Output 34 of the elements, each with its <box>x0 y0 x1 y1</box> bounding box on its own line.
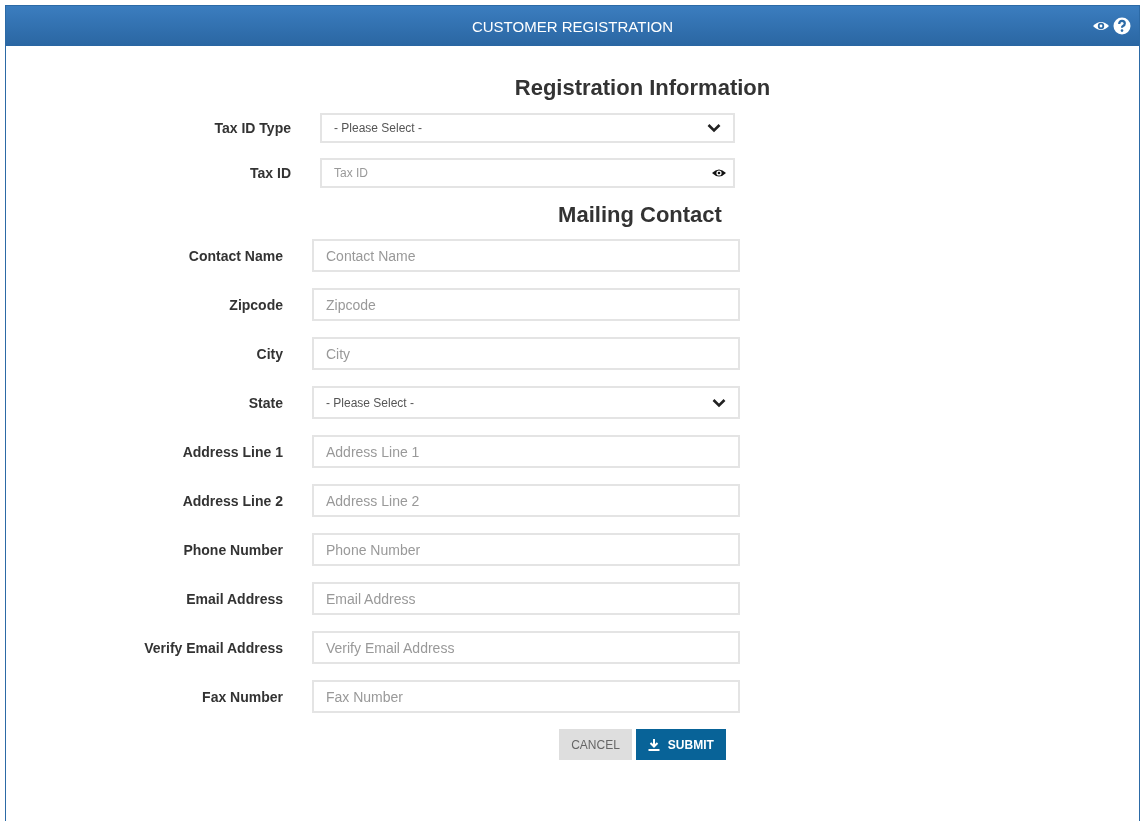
input-field[interactable]: Fax Number <box>312 680 740 713</box>
field-label: Contact Name <box>187 247 283 264</box>
input-field[interactable]: Contact Name <box>312 239 740 272</box>
field-label: Tax ID Type <box>213 120 291 136</box>
field-label: State <box>247 394 283 411</box>
field-label: City <box>255 345 283 362</box>
input-field[interactable]: Tax ID <box>320 158 735 188</box>
input-field[interactable]: Verify Email Address <box>312 631 740 664</box>
field-label: Address Line 2 <box>181 492 283 509</box>
dropdown[interactable]: - Please Select - <box>320 113 735 143</box>
input-field[interactable]: Zipcode <box>312 288 740 321</box>
field-label: Fax Number <box>201 688 283 705</box>
input-field[interactable]: Phone Number <box>312 533 740 566</box>
dropdown[interactable]: - Please Select - <box>312 386 740 419</box>
help-icon[interactable] <box>1113 17 1131 35</box>
input-field[interactable]: Email Address <box>312 582 740 615</box>
section-heading: Registration Information <box>513 76 772 100</box>
field-label: Address Line 1 <box>181 443 283 460</box>
download-icon <box>647 738 660 751</box>
field-label: Zipcode <box>228 296 283 313</box>
window-title: CUSTOMER REGISTRATION <box>471 17 674 35</box>
section-heading: Mailing Contact <box>557 203 723 227</box>
cancel-button[interactable]: CANCEL <box>559 729 632 760</box>
field-label: Tax ID <box>249 165 291 181</box>
input-field[interactable]: City <box>312 337 740 370</box>
chevron-down-icon <box>707 123 721 133</box>
chevron-down-icon <box>712 397 726 408</box>
submit-button[interactable]: SUBMIT <box>635 729 726 760</box>
field-label: Email Address <box>185 590 283 607</box>
eye-icon[interactable] <box>711 167 727 179</box>
field-label: Verify Email Address <box>143 639 283 656</box>
input-field[interactable]: Address Line 2 <box>312 484 740 517</box>
field-label: Phone Number <box>182 541 283 558</box>
input-field[interactable]: Address Line 1 <box>312 435 740 468</box>
